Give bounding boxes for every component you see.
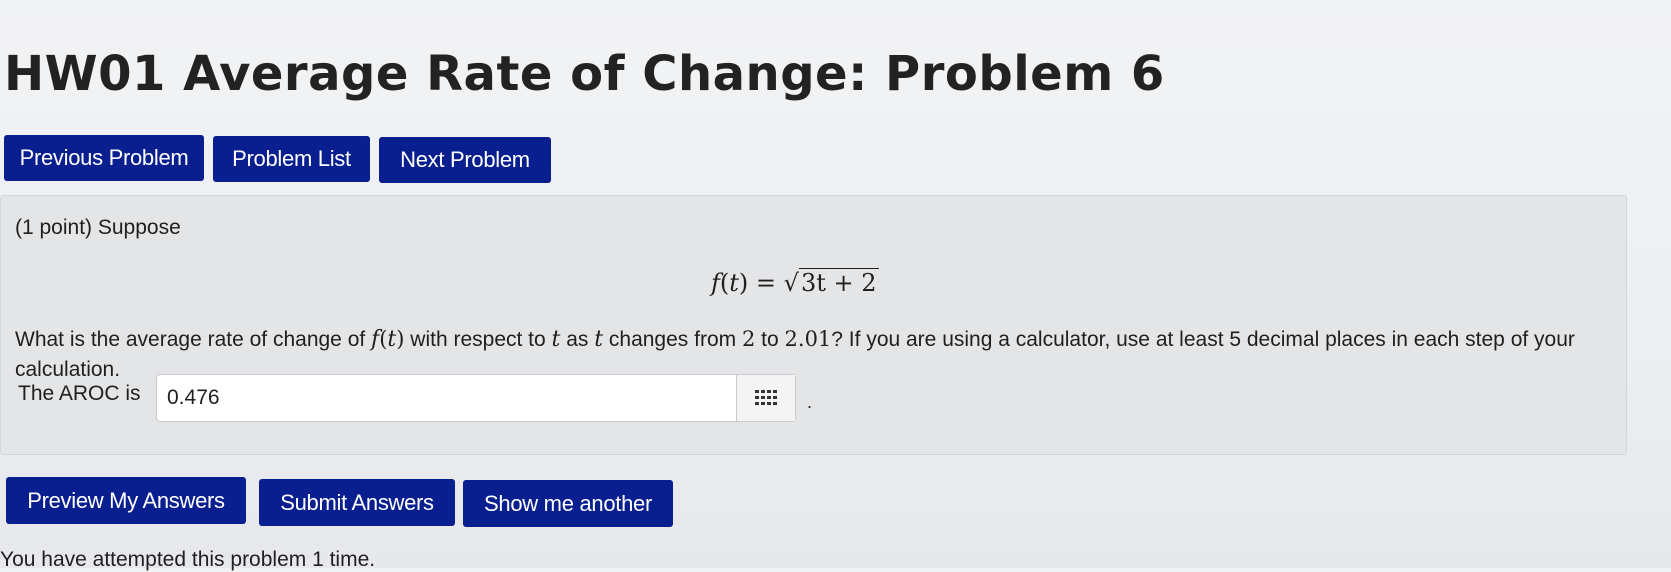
question-function-variable: t <box>387 327 397 352</box>
question-text: What is the average rate of change of <box>15 328 372 351</box>
question-function-name: f <box>371 327 380 352</box>
question-text: with respect to <box>404 328 552 351</box>
formula-variable: t <box>729 269 739 297</box>
answer-period: . <box>807 392 813 412</box>
equation-editor-button[interactable] <box>736 375 795 421</box>
next-problem-button[interactable]: Next Problem <box>379 137 551 183</box>
question-text: changes from <box>603 328 742 351</box>
question-to-value: 2.01 <box>784 327 832 351</box>
keypad-grid-icon <box>755 390 777 405</box>
problem-list-button[interactable]: Problem List <box>213 136 370 182</box>
formula-equals: = <box>755 269 777 297</box>
answer-label: The AROC is <box>18 382 141 405</box>
question-text: as <box>560 328 595 351</box>
question-from-value: 2 <box>741 327 756 351</box>
question-variable: t <box>594 327 604 352</box>
answer-field-group <box>156 374 796 422</box>
formula-radicand: 3t + 2 <box>798 268 879 297</box>
show-another-button[interactable]: Show me another <box>463 480 673 527</box>
question-text: to <box>755 328 785 351</box>
submit-answers-button[interactable]: Submit Answers <box>259 479 455 526</box>
sqrt-sign: √ <box>783 269 799 297</box>
preview-answers-button[interactable]: Preview My Answers <box>6 477 246 524</box>
attempts-message: You have attempted this problem 1 time. <box>0 548 376 571</box>
answer-input[interactable] <box>157 375 736 421</box>
page-title: HW01 Average Rate of Change: Problem 6 <box>4 46 1165 102</box>
formula-function-name: f <box>711 269 720 297</box>
problem-intro: (1 point) Suppose <box>15 216 181 239</box>
function-formula: f(t) = √3t + 2 <box>711 268 879 297</box>
previous-problem-button[interactable]: Previous Problem <box>4 135 204 181</box>
problem-panel: (1 point) Suppose f(t) = √3t + 2 What is… <box>0 195 1627 455</box>
